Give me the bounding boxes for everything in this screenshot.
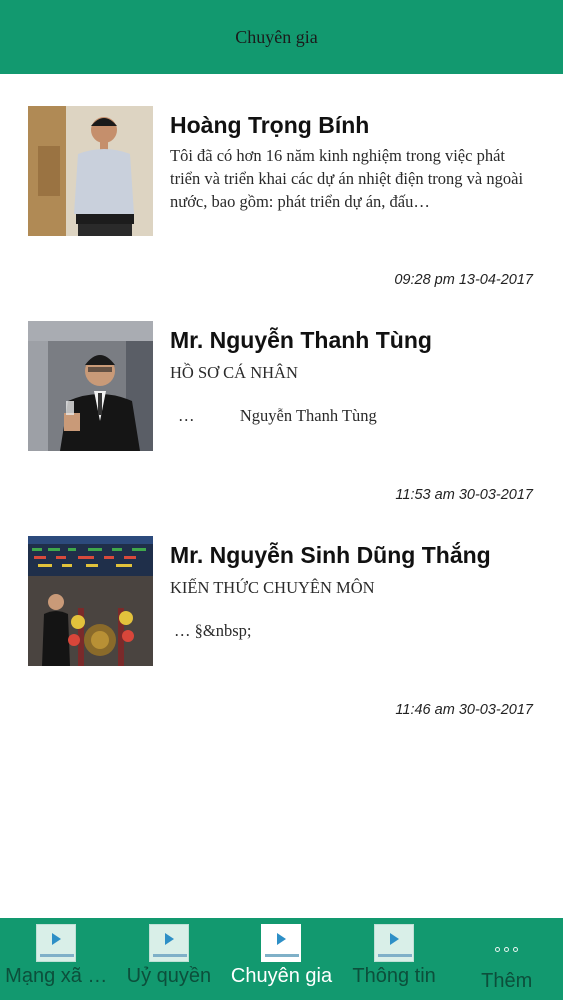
description-heading: HỒ SƠ CÁ NHÂN [170, 363, 298, 382]
app-logo-icon [148, 924, 189, 962]
tab-label: Chuyên gia [230, 965, 333, 987]
description-excerpt: … §&nbsp; [174, 621, 252, 640]
list-item[interactable]: Mr. Nguyễn Thanh Tùng HỒ SƠ CÁ NHÂN … Ng… [0, 289, 563, 504]
page-title: Chuyên gia [235, 26, 318, 47]
app-logo-icon [36, 924, 77, 962]
description-excerpt: … Nguyễn Thanh Tùng [178, 406, 377, 425]
expert-avatar [28, 536, 153, 666]
expert-list: Hoàng Trọng Bính Tôi đã có hơn 16 năm ki… [0, 74, 563, 719]
tab-label: Thêm [481, 970, 533, 992]
tab-thong-tin[interactable]: Thông tin [338, 918, 451, 1000]
list-item[interactable]: Hoàng Trọng Bính Tôi đã có hơn 16 năm ki… [0, 74, 563, 289]
expert-description: KIẾN THỨC CHUYÊN MÔN … §&nbsp; [170, 576, 538, 642]
timestamp: 09:28 pm 13-04-2017 [394, 272, 533, 288]
timestamp: 11:46 am 30-03-2017 [395, 702, 533, 718]
tab-label: Mạng xã … [5, 965, 108, 987]
expert-name: Hoàng Trọng Bính [170, 112, 370, 138]
expert-avatar [28, 106, 153, 236]
expert-name: Mr. Nguyễn Sinh Dũng Thắng [170, 542, 491, 568]
app-header: Chuyên gia [0, 0, 563, 74]
expert-description: HỒ SƠ CÁ NHÂN … Nguyễn Thanh Tùng [170, 361, 538, 427]
more-dots-icon [495, 936, 519, 962]
description-heading: KIẾN THỨC CHUYÊN MÔN [170, 578, 375, 597]
tab-more[interactable]: Thêm [450, 918, 563, 1000]
bottom-navigation: Mạng xã … Uỷ quyền Chuyên gia Thông tin … [0, 918, 563, 1000]
portrait-photo-icon [28, 321, 153, 451]
app-logo-icon [374, 924, 415, 962]
tab-chuyen-gia[interactable]: Chuyên gia [225, 918, 338, 1000]
timestamp: 11:53 am 30-03-2017 [395, 487, 533, 503]
portrait-photo-icon [28, 106, 153, 236]
list-item[interactable]: Mr. Nguyễn Sinh Dũng Thắng KIẾN THỨC CHU… [0, 504, 563, 719]
expert-description: Tôi đã có hơn 16 năm kinh nghiệm trong v… [170, 146, 524, 211]
expert-name: Mr. Nguyễn Thanh Tùng [170, 327, 432, 353]
app-logo-icon [261, 924, 302, 962]
expert-avatar [28, 321, 153, 451]
tab-label: Thông tin [352, 965, 436, 987]
portrait-photo-icon [28, 536, 153, 666]
tab-mang-xa-hoi[interactable]: Mạng xã … [0, 918, 113, 1000]
tab-label: Uỷ quyền [126, 965, 212, 987]
tab-uy-quyen[interactable]: Uỷ quyền [113, 918, 226, 1000]
